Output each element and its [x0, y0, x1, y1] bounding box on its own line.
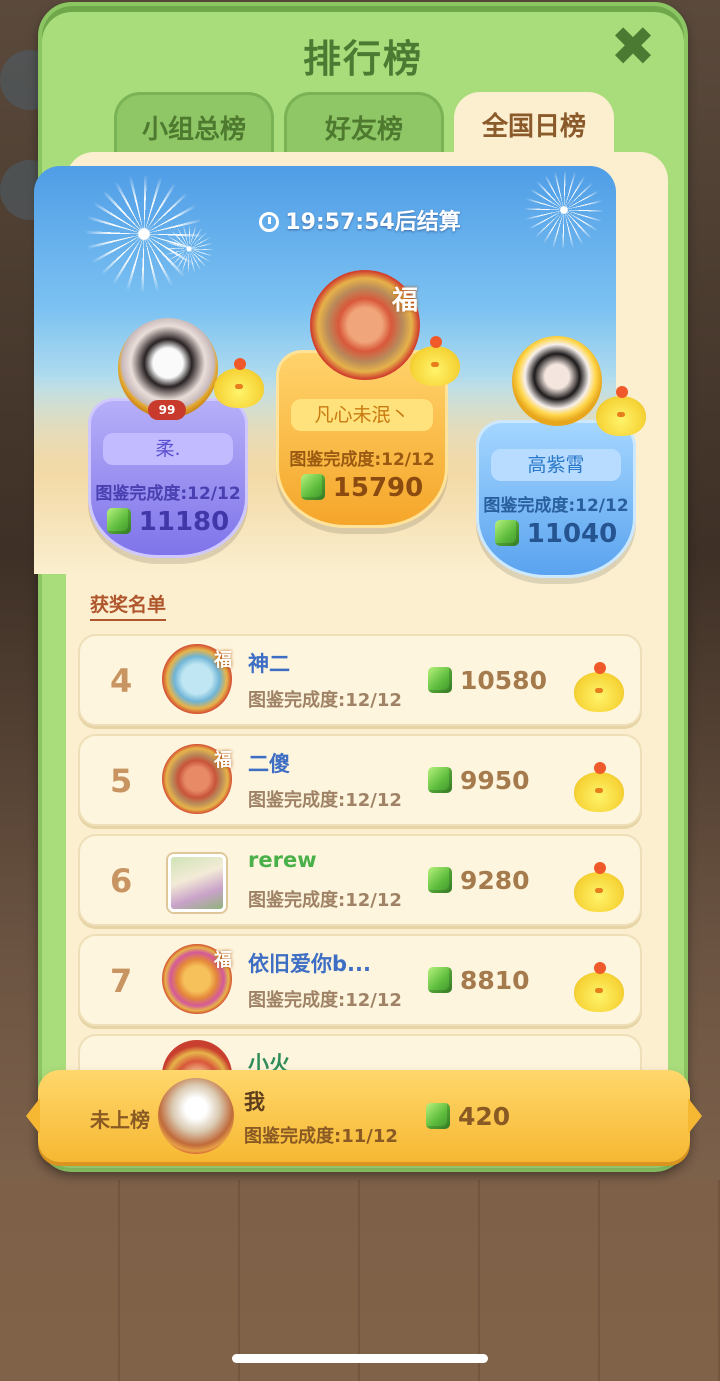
- rank-number: 6: [110, 862, 133, 900]
- player-score: 9950: [460, 766, 530, 795]
- completion-text: 图鉴完成度:12/12: [289, 450, 435, 470]
- avatar: [168, 854, 226, 912]
- home-indicator[interactable]: [232, 1354, 488, 1363]
- player-name: 神二: [248, 652, 290, 676]
- completion-text: 图鉴完成度:12/12: [248, 990, 402, 1011]
- green-gem-icon: [428, 867, 452, 893]
- fortune-badge: 福: [214, 750, 232, 771]
- green-gem-icon: [428, 667, 452, 693]
- chick-reward-icon: [214, 358, 264, 408]
- my-name: 我: [244, 1090, 265, 1114]
- clock-icon: [259, 212, 280, 232]
- fortune-badge: 福: [392, 286, 419, 316]
- section-title: 获奖名单: [90, 590, 167, 621]
- player-name: 柔.: [103, 433, 233, 465]
- player-score: 8810: [460, 966, 530, 995]
- rank-number: 5: [110, 762, 133, 800]
- countdown-text: 19:57:54后结算: [285, 210, 461, 235]
- chick-reward-icon: [596, 386, 646, 436]
- player-name: 二傻: [248, 752, 290, 776]
- avatar[interactable]: [512, 336, 602, 426]
- my-rank-status: 未上榜: [90, 1108, 150, 1132]
- player-name: 依旧爱你b...: [248, 952, 371, 976]
- chick-reward-icon: [574, 662, 624, 712]
- completion-text: 图鉴完成度:12/12: [95, 484, 241, 504]
- rank-number: 7: [110, 962, 133, 1000]
- fortune-badge: 福: [214, 950, 232, 971]
- player-name: rerew: [248, 848, 317, 872]
- player-score: 9280: [460, 866, 530, 895]
- tab-national-daily[interactable]: 全国日榜: [454, 92, 614, 164]
- my-completion: 图鉴完成度:11/12: [244, 1126, 398, 1147]
- player-score: 11040: [526, 519, 618, 549]
- fortune-badge: 福: [214, 650, 232, 671]
- green-gem-icon: [428, 967, 452, 993]
- green-gem-icon: [494, 520, 519, 546]
- chick-reward-icon: [410, 336, 460, 386]
- my-rank-bar[interactable]: 未上榜 我 图鉴完成度:11/12 420: [26, 1070, 702, 1162]
- chick-reward-icon: [574, 862, 624, 912]
- green-gem-icon: [426, 1103, 450, 1129]
- my-score: 420: [458, 1102, 511, 1131]
- completion-text: 图鉴完成度:12/12: [248, 890, 402, 911]
- green-gem-icon: [300, 474, 325, 500]
- player-score: 11180: [138, 507, 230, 537]
- level-badge: 99: [148, 400, 186, 420]
- list-item[interactable]: 6 rerew 图鉴完成度:12/12 9280: [78, 834, 642, 926]
- list-item[interactable]: 7 福 依旧爱你b... 图鉴完成度:12/12 8810: [78, 934, 642, 1026]
- my-avatar[interactable]: [158, 1078, 234, 1154]
- player-name: 高紫霄: [491, 449, 621, 481]
- player-score: 15790: [332, 473, 424, 503]
- countdown-timer: 19:57:54后结算: [0, 204, 720, 236]
- list-item[interactable]: 5 福 二傻 图鉴完成度:12/12 9950: [78, 734, 642, 826]
- green-gem-icon: [106, 508, 131, 534]
- background-floor: [0, 1180, 720, 1381]
- completion-text: 图鉴完成度:12/12: [248, 790, 402, 811]
- podium-third[interactable]: 高紫霄 图鉴完成度:12/12 11040: [476, 420, 636, 578]
- player-name: 凡心未泯丶: [291, 399, 433, 431]
- close-icon: ✖: [610, 15, 656, 78]
- chick-reward-icon: [574, 962, 624, 1012]
- close-button[interactable]: ✖: [610, 20, 656, 74]
- rank-number: 4: [110, 662, 133, 700]
- green-gem-icon: [428, 767, 452, 793]
- completion-text: 图鉴完成度:12/12: [483, 496, 629, 516]
- chick-reward-icon: [574, 762, 624, 812]
- podium-second[interactable]: 柔. 图鉴完成度:12/12 11180: [88, 398, 248, 558]
- completion-text: 图鉴完成度:12/12: [248, 690, 402, 711]
- list-item[interactable]: 4 福 神二 图鉴完成度:12/12 10580: [78, 634, 642, 726]
- panel-title: 排行榜: [302, 37, 423, 81]
- player-score: 10580: [460, 666, 547, 695]
